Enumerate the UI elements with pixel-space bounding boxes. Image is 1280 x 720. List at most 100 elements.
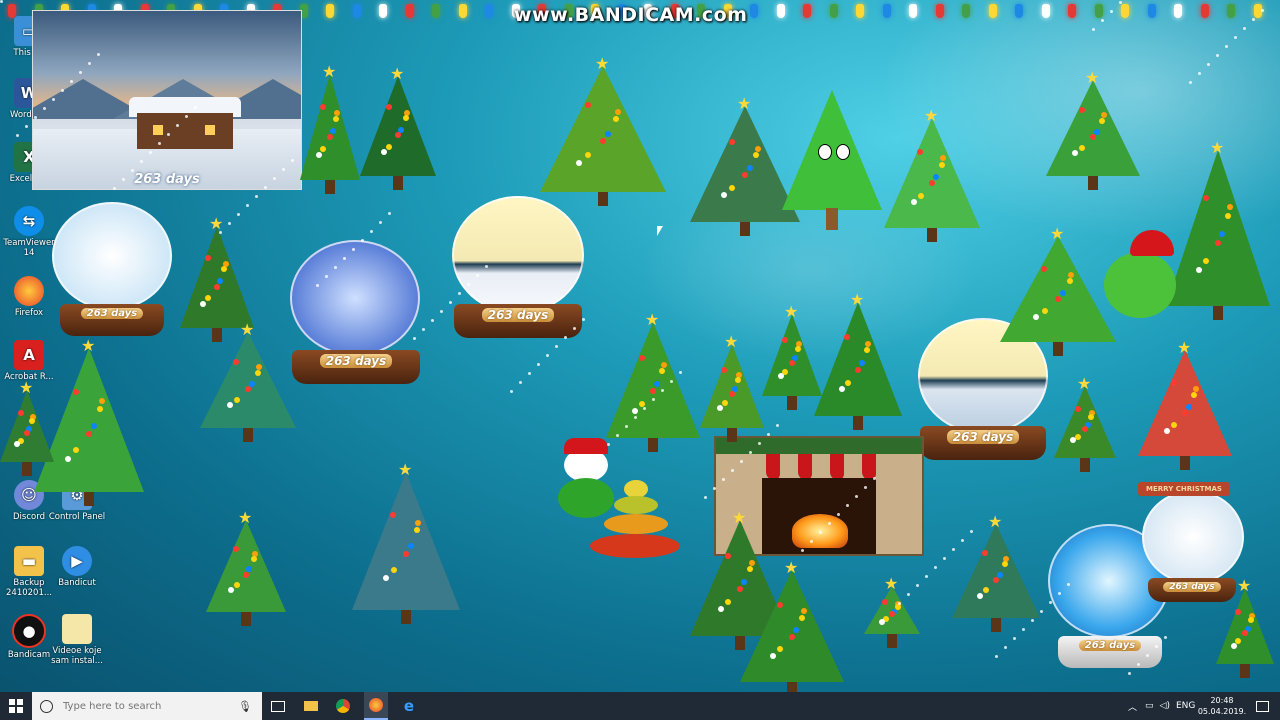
snowflake <box>731 469 734 472</box>
desktop-icon-bandicut[interactable]: ▶ Bandicut <box>48 546 106 588</box>
desktop-icon-label: TeamViewer 14 <box>3 238 55 258</box>
snowflake <box>273 177 276 180</box>
snowflake <box>828 522 831 525</box>
folder-icon <box>304 701 318 711</box>
microphone-icon[interactable]: 🎙 <box>238 700 252 713</box>
star-icon: ★ <box>390 64 405 83</box>
ornament <box>938 161 945 168</box>
light-bulb <box>379 4 387 18</box>
ornament <box>90 422 97 429</box>
christmas-tree[interactable]: ★ <box>814 292 902 430</box>
snow-globe-widget[interactable]: 263 days <box>52 202 174 338</box>
christmas-tree[interactable]: ★ <box>740 560 844 692</box>
snowflake <box>370 230 373 233</box>
notifications-button[interactable] <box>1252 692 1272 720</box>
christmas-tree[interactable]: ★ <box>606 312 700 452</box>
ornament <box>1202 195 1209 201</box>
christmas-tree[interactable]: ★ <box>540 56 666 206</box>
christmas-tree[interactable]: ★ <box>352 462 460 624</box>
christmas-tree[interactable]: ★ <box>1054 376 1116 472</box>
search-box[interactable]: 🎙 <box>32 692 262 720</box>
desktop[interactable]: www.BANDICAM.com ▭ This PC W Word 2... X… <box>0 0 1280 692</box>
christmas-tree[interactable]: ★ <box>700 334 764 442</box>
ornament <box>717 404 724 411</box>
tree-body <box>952 524 1040 618</box>
firefox-taskbar-button[interactable] <box>364 692 388 720</box>
snowflake <box>352 248 355 251</box>
christmas-tree[interactable]: ★ <box>952 514 1040 632</box>
snowflake <box>1261 9 1264 12</box>
start-button[interactable] <box>0 692 32 720</box>
star-icon: ★ <box>724 332 739 351</box>
search-input[interactable] <box>61 699 235 713</box>
task-view-button[interactable] <box>268 692 288 720</box>
christmas-tree[interactable]: ★ <box>1166 140 1270 320</box>
file-explorer-button[interactable] <box>300 692 322 720</box>
mouse-cursor <box>657 226 663 236</box>
christmas-tree[interactable]: ★ <box>1046 70 1140 190</box>
star-icon: ★ <box>988 512 1003 531</box>
ornament-layer <box>590 534 680 558</box>
countdown-scene-widget[interactable]: 263 days <box>32 10 302 190</box>
chrome-button[interactable] <box>332 692 354 720</box>
snowflake <box>88 62 91 65</box>
chevron-up-icon[interactable]: ︿ <box>1128 700 1137 713</box>
christmas-tree[interactable]: ★ <box>206 510 286 626</box>
taskbar: 🎙 e ︿ ▭ ◁) ENG 20:48 05.04.2019. <box>0 692 1280 720</box>
ornament <box>1082 425 1088 432</box>
christmas-tree[interactable]: ★ <box>884 108 980 242</box>
ornament <box>1078 107 1085 113</box>
snowflake <box>1067 583 1070 586</box>
ornament <box>254 369 261 376</box>
star-icon: ★ <box>924 106 939 125</box>
clock-time: 20:48 <box>1210 696 1234 705</box>
desktop-icon-label: Control Panel <box>48 512 106 522</box>
ornament <box>1074 405 1081 412</box>
light-bulb <box>1068 4 1076 18</box>
network-icon[interactable]: ▭ <box>1145 701 1154 711</box>
snowflake <box>79 71 82 74</box>
countdown-days: 263 days <box>481 308 555 322</box>
christmas-tree[interactable]: ★ <box>1216 578 1274 678</box>
snow-globe-widget[interactable]: 263 days <box>452 196 584 340</box>
ornament <box>1041 308 1048 314</box>
cartoon-tree-body <box>782 90 882 210</box>
ornament <box>1066 278 1073 284</box>
desktop-icon-videos-folder[interactable]: Videoe koje sam instal... <box>48 614 106 666</box>
tree-trunk <box>740 222 750 236</box>
clock[interactable]: 20:48 05.04.2019. <box>1196 695 1248 717</box>
volume-icon[interactable]: ◁) <box>1160 701 1170 711</box>
christmas-tree[interactable]: ★ <box>0 380 54 476</box>
globe-glass <box>290 240 420 356</box>
ornament <box>728 139 735 145</box>
star-icon: ★ <box>81 336 96 355</box>
language-indicator[interactable]: ENG <box>1176 701 1195 711</box>
edge-button[interactable]: e <box>398 692 420 720</box>
ornament <box>1235 609 1242 615</box>
christmas-tree[interactable]: ★ <box>1138 340 1232 470</box>
desktop-icon-firefox[interactable]: Firefox <box>0 276 58 318</box>
snowflake <box>149 151 152 154</box>
snowflake <box>52 98 55 101</box>
snowflake <box>961 539 964 542</box>
desktop-icon-teamviewer[interactable]: ⇆ TeamViewer 14 <box>0 206 58 258</box>
ornament-layer <box>614 496 658 514</box>
snow-globe-widget[interactable]: 263 days <box>290 240 422 386</box>
snowflake <box>855 495 858 498</box>
cartoon-tree-widget[interactable] <box>782 90 882 230</box>
christmas-tree[interactable]: ★ <box>864 576 920 648</box>
christmas-tree[interactable]: ★ <box>300 64 360 194</box>
snowman-widget[interactable] <box>556 438 616 522</box>
light-bulb <box>326 4 334 18</box>
snowflake <box>422 328 425 331</box>
christmas-tree[interactable]: ★ <box>762 304 822 410</box>
green-creature-widget[interactable] <box>1100 230 1180 330</box>
christmas-tree[interactable]: ★ <box>360 66 436 190</box>
ornament <box>1001 560 1008 567</box>
light-bulb <box>1200 4 1209 18</box>
snowflake <box>113 187 116 190</box>
christmas-tree[interactable]: ★ <box>1000 226 1116 356</box>
snowflake <box>934 566 937 569</box>
christmas-tree[interactable]: ★ <box>200 322 296 442</box>
star-icon: ★ <box>884 574 899 593</box>
